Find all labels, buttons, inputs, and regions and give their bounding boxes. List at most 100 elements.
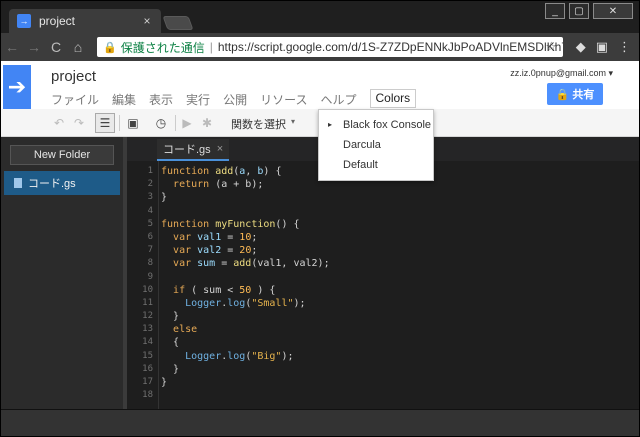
code-line[interactable] xyxy=(161,271,330,284)
save-icon[interactable]: ▣ xyxy=(123,113,143,133)
menu-resources[interactable]: リソース xyxy=(260,91,307,108)
line-number-gutter: 1 2 3 4 5 6 7 8 9 10 11 12 13 14 15 16 1… xyxy=(127,165,153,402)
triggers-clock-icon[interactable]: ◷ xyxy=(151,113,171,133)
back-icon[interactable]: ← xyxy=(1,39,23,55)
code-line[interactable]: } xyxy=(161,376,330,389)
browser-toolbar: ← → C ⌂ 🔒 保護された通信 | https://script.googl… xyxy=(1,33,639,61)
menu-file[interactable]: ファイル xyxy=(51,91,99,108)
undo-icon[interactable]: ↶ xyxy=(49,113,69,133)
code-line[interactable]: Logger.log("Big"); xyxy=(161,350,330,363)
file-icon xyxy=(14,178,22,188)
indent-icon[interactable]: ☰ xyxy=(95,113,115,133)
window-controls: _ ▢ ✕ xyxy=(545,3,633,19)
theme-option-default[interactable]: Default xyxy=(343,159,378,171)
reload-icon[interactable]: C xyxy=(45,39,67,55)
home-icon[interactable]: ⌂ xyxy=(67,39,89,55)
forward-icon[interactable]: → xyxy=(23,39,45,55)
share-button[interactable]: 🔒 共有 xyxy=(547,83,603,105)
code-line[interactable]: function myFunction() { xyxy=(161,218,330,231)
line-number: 6 xyxy=(147,231,153,242)
toolbar-divider xyxy=(175,115,176,131)
tab-close-icon[interactable]: × xyxy=(139,14,155,28)
new-tab-button[interactable] xyxy=(162,16,194,30)
url-separator: | xyxy=(209,40,213,54)
code-line[interactable]: var sum = add(val1, val2); xyxy=(161,257,330,270)
menu-view[interactable]: 表示 xyxy=(149,91,173,108)
new-folder-button[interactable]: New Folder xyxy=(10,145,114,165)
line-number: 3 xyxy=(147,192,153,203)
code-line[interactable]: } xyxy=(161,310,330,323)
run-icon[interactable]: ▶ xyxy=(177,113,197,133)
theme-option-black-fox-console[interactable]: Black fox Console xyxy=(343,119,431,131)
status-bar xyxy=(1,409,639,436)
apps-script-logo-icon[interactable]: ➔ xyxy=(3,65,31,109)
line-number: 10 xyxy=(142,284,153,295)
line-number: 14 xyxy=(142,337,153,348)
menu-bar: ファイル 編集 表示 実行 公開 リソース ヘルプ Colors xyxy=(51,89,417,108)
code-line[interactable]: function add(a, b) { xyxy=(161,165,330,178)
line-number: 12 xyxy=(142,311,153,322)
browser-tab[interactable]: → project × xyxy=(9,9,161,33)
line-number: 4 xyxy=(147,205,153,216)
code-line[interactable]: } xyxy=(161,191,330,204)
editor-tab-label: コード.gs xyxy=(163,144,211,156)
code-line[interactable]: { xyxy=(161,336,330,349)
menu-colors[interactable]: Colors xyxy=(369,89,417,108)
code-line[interactable]: } xyxy=(161,363,330,376)
project-title[interactable]: project xyxy=(51,68,96,85)
code-line[interactable]: else xyxy=(161,323,330,336)
line-number: 18 xyxy=(142,390,153,401)
menu-publish[interactable]: 公開 xyxy=(223,91,247,108)
extension-diamond-icon[interactable]: ◆ xyxy=(576,39,586,55)
browser-window: → project × _ ▢ ✕ ← → C ⌂ 🔒 保護された通信 | ht… xyxy=(0,0,640,437)
line-number: 1 xyxy=(147,166,153,176)
file-sidebar: New Folder コード.gs xyxy=(1,137,123,409)
menu-edit[interactable]: 編集 xyxy=(112,91,136,108)
code-line[interactable] xyxy=(161,205,330,218)
code-line[interactable] xyxy=(161,389,330,402)
line-number: 17 xyxy=(142,377,153,387)
code-line[interactable]: Logger.log("Small"); xyxy=(161,297,330,310)
theme-option-darcula[interactable]: Darcula xyxy=(343,139,381,151)
debug-bug-icon[interactable]: ✱ xyxy=(197,113,217,133)
line-number: 9 xyxy=(147,271,153,282)
chevron-down-icon[interactable]: ▾ xyxy=(291,117,295,126)
line-number: 5 xyxy=(147,218,153,229)
file-item[interactable]: コード.gs xyxy=(4,171,120,195)
line-number: 7 xyxy=(147,245,153,256)
extension-icons: ◆ ▣ ⋮ xyxy=(576,39,631,55)
secure-label: 保護された通信 xyxy=(120,40,205,55)
url-text: https://script.google.com/d/1S-Z7ZDpENNk… xyxy=(217,40,563,54)
colors-dropdown-menu: ▸ Black fox Console Darcula Default xyxy=(318,109,434,181)
menu-run[interactable]: 実行 xyxy=(186,91,210,108)
function-select[interactable]: 関数を選択 xyxy=(231,116,286,132)
line-number: 8 xyxy=(147,258,153,269)
tab-strip: → project × _ ▢ ✕ xyxy=(1,1,639,33)
menu-help[interactable]: ヘルプ xyxy=(320,91,356,108)
toolbar-divider xyxy=(119,115,120,131)
editor-file-tab[interactable]: コード.gs × xyxy=(157,139,230,161)
maximize-button[interactable]: ▢ xyxy=(569,3,589,19)
code-line[interactable]: var val2 = 20; xyxy=(161,244,330,257)
address-bar[interactable]: 🔒 保護された通信 | https://script.google.com/d/… xyxy=(97,37,563,57)
line-number: 2 xyxy=(147,179,153,190)
code-line[interactable]: if ( sum < 50 ) { xyxy=(161,284,330,297)
code-line[interactable]: return (a + b); xyxy=(161,178,330,191)
redo-icon[interactable]: ↷ xyxy=(69,113,89,133)
bookmark-star-icon[interactable]: ☆ xyxy=(545,39,557,55)
app-header: ➔ project ファイル 編集 表示 実行 公開 リソース ヘルプ Colo… xyxy=(1,61,639,109)
browser-menu-icon[interactable]: ⋮ xyxy=(618,39,631,55)
editor-tab-close-icon[interactable]: × xyxy=(217,143,223,155)
close-window-button[interactable]: ✕ xyxy=(593,3,633,19)
minimize-button[interactable]: _ xyxy=(545,3,565,19)
file-name: コード.gs xyxy=(28,178,76,190)
gutter-divider xyxy=(158,161,159,409)
code-line[interactable]: var val1 = 10; xyxy=(161,231,330,244)
extension-card-icon[interactable]: ▣ xyxy=(596,39,608,55)
apps-script-favicon-icon: → xyxy=(17,14,31,28)
line-number: 16 xyxy=(142,363,153,374)
account-email[interactable]: zz.iz.0pnup@gmail.com ▾ xyxy=(510,68,613,79)
code-content[interactable]: function add(a, b) { return (a + b);} fu… xyxy=(161,165,330,402)
line-number: 13 xyxy=(142,324,153,335)
line-number: 15 xyxy=(142,350,153,361)
